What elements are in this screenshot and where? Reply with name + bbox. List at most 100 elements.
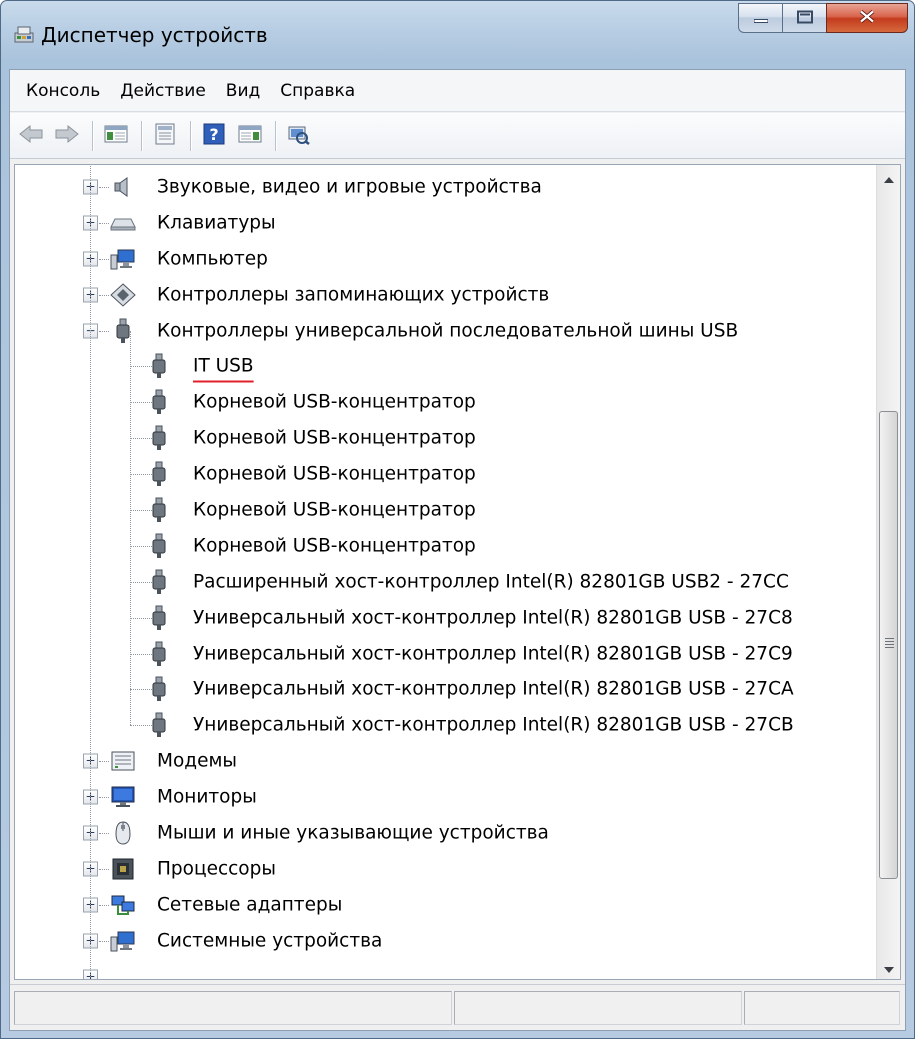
tree-category[interactable]: − Контроллеры универсальной последователь… [15,313,877,349]
menu-help[interactable]: Справка [270,77,365,105]
tree-category[interactable]: + Системные устройства [15,923,877,959]
tree-item-label: Процессоры [157,858,276,880]
tree-item-label: Универсальный хост-контроллер Intel(R) 8… [193,643,793,665]
help-icon: ? [203,123,225,149]
tree-item-label: Контроллеры запоминающих устройств [157,284,550,306]
tree-item-label: Модемы [157,750,238,772]
toolbar: ? [10,113,905,159]
properties-icon [154,123,176,149]
maximize-button[interactable] [782,3,826,33]
tree-device[interactable]: Корневой USB-концентратор [15,528,877,564]
device-manager-icon [12,23,36,45]
tree-category-partial[interactable]: + [15,959,877,979]
action-pane-button[interactable] [235,121,265,151]
tree-device[interactable]: Универсальный хост-контроллер Intel(R) 8… [15,707,877,743]
tree-item-label: Системные устройства [157,930,383,952]
network-adapter-icon [109,892,137,918]
usb-plug-icon [145,605,173,631]
tree-item-label: Звуковые, видео и игровые устройства [157,176,542,198]
status-bar [10,984,905,1030]
back-button[interactable] [16,121,46,151]
menu-action[interactable]: Действие [110,77,216,105]
toolbar-separator [275,120,276,151]
chevron-up-icon [883,168,894,187]
menu-console[interactable]: Консоль [16,77,110,105]
tree-connector [99,868,109,870]
scrollbar-thumb[interactable] [879,411,898,879]
tree-item-label: IT USB [193,355,254,377]
forward-button[interactable] [52,121,82,151]
usb-plug-icon [145,497,173,523]
client-area: Консоль Действие Вид Справка ? + Звуковы… [9,69,906,1031]
tree-item-label: Расширенный хост-контроллер Intel(R) 828… [193,571,789,593]
tree-item-label: Корневой USB-концентратор [193,427,476,449]
maximize-icon [796,9,813,28]
tree-category[interactable]: + Мыши и иные указывающие устройства [15,815,877,851]
close-icon [859,9,875,28]
keyboard-icon [109,210,137,236]
tree-device[interactable]: Корневой USB-концентратор [15,456,877,492]
tree-category[interactable]: + Сетевые адаптеры [15,887,877,923]
help-button[interactable]: ? [199,121,229,151]
tree-category[interactable]: + Компьютер [15,241,877,277]
tree-category[interactable]: + Звуковые, видео и игровые устройства [15,169,877,205]
tree-item-label: Универсальный хост-контроллер Intel(R) 8… [193,607,793,629]
usb-plug-icon [145,641,173,667]
tree-item-label: Корневой USB-концентратор [193,463,476,485]
tree-connector [99,294,109,296]
tree-device[interactable]: Корневой USB-концентратор [15,420,877,456]
device-manager-window: Диспетчер устройств Консоль Действие Вид… [0,0,915,1039]
system-devices-icon [109,928,137,954]
mouse-icon [109,820,137,846]
usb-plug-icon [145,353,173,379]
device-tree[interactable]: + Звуковые, видео и игровые устройства + Кл… [14,164,901,980]
tree-device[interactable]: Корневой USB-концентратор [15,384,877,420]
tree-device[interactable]: Универсальный хост-контроллер Intel(R) 8… [15,636,877,672]
tree-device[interactable]: IT USB [15,348,877,384]
monitor-icon [109,784,137,810]
svg-text:?: ? [209,125,218,144]
tree-device[interactable]: Корневой USB-концентратор [15,492,877,528]
close-button[interactable] [826,3,908,33]
minimize-button[interactable] [738,3,782,33]
usb-plug-icon [145,712,173,738]
status-pane-right [744,991,900,1025]
scan-hardware-icon [287,123,311,149]
tree-connector [99,258,109,260]
tree-category[interactable]: + Модемы [15,743,877,779]
vertical-scrollbar[interactable] [876,165,900,979]
tree-category[interactable]: + Процессоры [15,851,877,887]
tree-connector [99,330,109,332]
toolbar-separator [190,120,191,151]
tree-connector [99,186,109,188]
tree-connector [99,832,109,834]
forward-arrow-icon [54,124,80,148]
tree-item-label: Контроллеры универсальной последовательн… [157,320,739,341]
tree-item-label: Корневой USB-концентратор [193,391,476,413]
tree-category[interactable]: + Мониторы [15,779,877,815]
tree-connector [99,761,109,763]
usb-plug-icon [109,318,137,344]
menu-bar: Консоль Действие Вид Справка [10,70,905,112]
title-bar[interactable]: Диспетчер устройств [1,1,914,69]
scan-hardware-button[interactable] [284,121,314,151]
usb-plug-icon [145,533,173,559]
minimize-icon [753,9,768,28]
usb-plug-icon [145,676,173,702]
tree-device[interactable]: Расширенный хост-контроллер Intel(R) 828… [15,564,877,600]
menu-view[interactable]: Вид [216,77,270,105]
toolbar-separator [141,120,142,151]
window-title: Диспетчер устройств [41,23,268,47]
tree-device[interactable]: Универсальный хост-контроллер Intel(R) 8… [15,600,877,636]
console-tree-icon [104,124,128,148]
console-tree-button[interactable] [101,121,131,151]
tree-device[interactable]: Универсальный хост-контроллер Intel(R) 8… [15,671,877,707]
properties-button[interactable] [150,121,180,151]
scroll-down-button[interactable] [877,955,900,979]
tree-connector [99,222,109,224]
tree-connector [99,940,109,942]
scroll-up-button[interactable] [877,165,900,189]
usb-plug-icon [145,389,173,415]
tree-category[interactable]: + Контроллеры запоминающих устройств [15,277,877,313]
tree-category[interactable]: + Клавиатуры [15,205,877,241]
